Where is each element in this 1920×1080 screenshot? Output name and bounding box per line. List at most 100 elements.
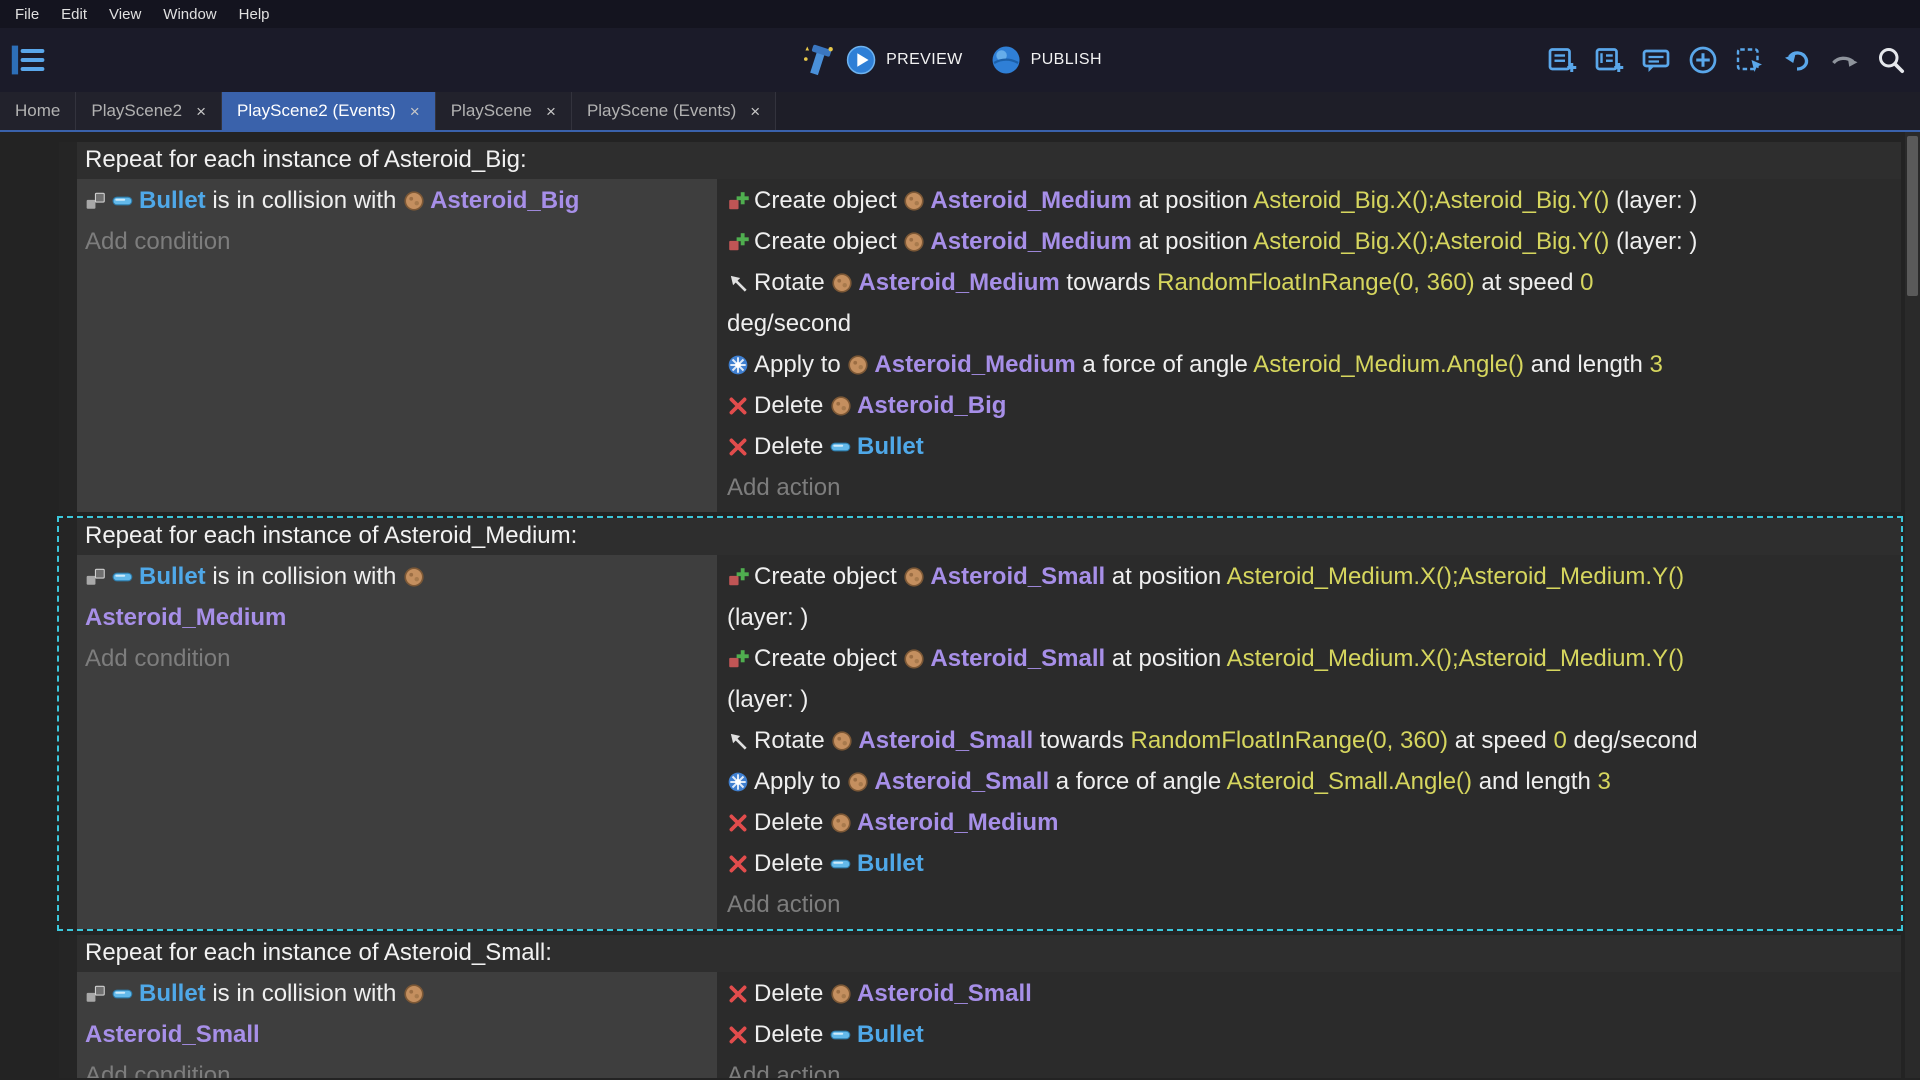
- action-row[interactable]: Apply to Asteroid_Medium a force of angl…: [727, 344, 1893, 385]
- actions-column: Create object Asteroid_Small at position…: [717, 555, 1901, 929]
- tab-close-icon[interactable]: ×: [196, 103, 206, 120]
- tab-close-icon[interactable]: ×: [546, 103, 556, 120]
- instruction-text: (layer: ): [727, 686, 808, 713]
- event-drag-handle[interactable]: [59, 935, 77, 1078]
- object-ref: Asteroid_Small: [930, 645, 1105, 672]
- choose-event-icon[interactable]: [1735, 45, 1765, 75]
- add-circle-icon[interactable]: [1688, 45, 1718, 75]
- build-icon[interactable]: [800, 42, 836, 78]
- action-row[interactable]: Delete Bullet: [727, 426, 1893, 467]
- instruction-text: is in collision with: [206, 980, 403, 1007]
- action-row[interactable]: Create object Asteroid_Small at position…: [727, 638, 1893, 720]
- action-row[interactable]: Delete Asteroid_Medium: [727, 802, 1893, 843]
- events-sheet: Repeat for each instance of Asteroid_Big…: [0, 132, 1920, 1078]
- add-action-button[interactable]: Add action: [727, 467, 1893, 508]
- instruction-text: and length: [1472, 768, 1597, 795]
- object-ref: Asteroid_Big: [857, 392, 1006, 419]
- event-body: Bullet is in collision with Asteroid_Big…: [77, 179, 1901, 512]
- menu-item-help[interactable]: Help: [228, 0, 281, 28]
- bullet-sprite-icon: [112, 190, 134, 212]
- scrollbar-thumb[interactable]: [1907, 136, 1918, 296]
- expression: Asteroid_Small.Angle(): [1227, 768, 1472, 795]
- force-icon: [727, 354, 749, 376]
- action-row[interactable]: Delete Asteroid_Small: [727, 973, 1893, 1014]
- event-drag-handle[interactable]: [59, 142, 77, 512]
- actions-column: Delete Asteroid_SmallDelete BulletAdd ac…: [717, 972, 1901, 1078]
- instruction-text: Delete: [754, 809, 830, 836]
- instruction-text: deg/second: [1567, 727, 1698, 754]
- play-icon[interactable]: [846, 45, 876, 75]
- add-condition-button[interactable]: Add condition: [85, 1055, 709, 1078]
- add-condition-button[interactable]: Add condition: [85, 638, 709, 679]
- instruction-text: Delete: [754, 850, 830, 877]
- asteroid-sprite-icon: [403, 190, 425, 212]
- tab-playscene2[interactable]: PlayScene2×: [76, 92, 222, 130]
- instruction-text: and length: [1524, 351, 1649, 378]
- tab-playscene-events-[interactable]: PlayScene (Events)×: [572, 92, 776, 130]
- action-row[interactable]: Create object Asteroid_Medium at positio…: [727, 180, 1893, 221]
- asteroid-sprite-icon: [847, 771, 869, 793]
- event-block[interactable]: Repeat for each instance of Asteroid_Sma…: [57, 933, 1903, 1078]
- event-header[interactable]: Repeat for each instance of Asteroid_Big…: [77, 142, 1901, 179]
- action-row[interactable]: Rotate Asteroid_Medium towards RandomFlo…: [727, 262, 1893, 344]
- action-row[interactable]: Rotate Asteroid_Small towards RandomFloa…: [727, 720, 1893, 761]
- instruction-text: Apply to: [754, 768, 847, 795]
- add-action-button[interactable]: Add action: [727, 1055, 1893, 1078]
- instruction-text: Delete: [754, 392, 830, 419]
- condition-row[interactable]: Bullet is in collision with Asteroid_Big: [85, 180, 709, 221]
- action-row[interactable]: Delete Bullet: [727, 843, 1893, 884]
- instruction-text: Create object: [754, 563, 903, 590]
- preview-button[interactable]: PREVIEW: [886, 51, 963, 69]
- event-main: Repeat for each instance of Asteroid_Big…: [77, 142, 1901, 512]
- event-main: Repeat for each instance of Asteroid_Med…: [77, 518, 1901, 929]
- add-action-button[interactable]: Add action: [727, 884, 1893, 925]
- bullet-sprite-icon: [830, 853, 852, 875]
- tab-playscene2-events-[interactable]: PlayScene2 (Events) ×: [222, 92, 436, 130]
- tab-label: PlayScene2 (Events): [237, 101, 396, 121]
- bullet-sprite-icon: [112, 566, 134, 588]
- tab-playscene[interactable]: PlayScene ×: [436, 92, 572, 130]
- event-drag-handle[interactable]: [59, 518, 77, 929]
- asteroid-sprite-icon: [831, 272, 853, 294]
- event-block[interactable]: Repeat for each instance of Asteroid_Big…: [57, 140, 1903, 514]
- publish-button[interactable]: PUBLISH: [1031, 51, 1102, 69]
- menu-item-edit[interactable]: Edit: [50, 0, 98, 28]
- asteroid-sprite-icon: [830, 983, 852, 1005]
- action-row[interactable]: Create object Asteroid_Small at position…: [727, 556, 1893, 638]
- conditions-column: Bullet is in collision with Asteroid_Sma…: [77, 972, 717, 1078]
- undo-icon[interactable]: [1782, 45, 1812, 75]
- condition-row[interactable]: Bullet is in collision with Asteroid_Sma…: [85, 973, 709, 1055]
- search-icon[interactable]: [1876, 45, 1906, 75]
- action-row[interactable]: Create object Asteroid_Medium at positio…: [727, 221, 1893, 262]
- event-header[interactable]: Repeat for each instance of Asteroid_Sma…: [77, 935, 1901, 972]
- expression: 0: [1580, 269, 1593, 296]
- event-block[interactable]: Repeat for each instance of Asteroid_Med…: [57, 516, 1903, 931]
- menu-item-window[interactable]: Window: [152, 0, 227, 28]
- tab-home[interactable]: Home: [0, 92, 76, 130]
- tab-close-icon[interactable]: ×: [750, 103, 760, 120]
- project-manager-icon[interactable]: [10, 42, 46, 78]
- action-row[interactable]: Apply to Asteroid_Small a force of angle…: [727, 761, 1893, 802]
- redo-icon[interactable]: [1829, 45, 1859, 75]
- object-ref: Asteroid_Medium: [857, 809, 1058, 836]
- create-object-icon: [727, 231, 749, 253]
- instruction-text: towards: [1060, 269, 1157, 296]
- add-subevent-icon[interactable]: [1594, 45, 1624, 75]
- action-row[interactable]: Delete Bullet: [727, 1014, 1893, 1055]
- tab-label: PlayScene: [451, 101, 532, 121]
- expression: Asteroid_Medium.X();Asteroid_Medium.Y(): [1227, 563, 1685, 590]
- tab-close-icon[interactable]: ×: [410, 103, 420, 120]
- add-condition-button[interactable]: Add condition: [85, 221, 709, 262]
- action-row[interactable]: Delete Asteroid_Big: [727, 385, 1893, 426]
- toolbar: PREVIEW PUBLISH: [0, 28, 1920, 92]
- expression: Asteroid_Medium.Angle(): [1253, 351, 1524, 378]
- menu-item-file[interactable]: File: [4, 0, 50, 28]
- menu-item-view[interactable]: View: [98, 0, 152, 28]
- instruction-text: Create object: [754, 187, 903, 214]
- object-ref: Asteroid_Medium: [85, 604, 286, 631]
- add-comment-icon[interactable]: [1641, 45, 1671, 75]
- publish-globe-icon[interactable]: [991, 45, 1021, 75]
- add-event-icon[interactable]: [1547, 45, 1577, 75]
- condition-row[interactable]: Bullet is in collision with Asteroid_Med…: [85, 556, 709, 638]
- event-header[interactable]: Repeat for each instance of Asteroid_Med…: [77, 518, 1901, 555]
